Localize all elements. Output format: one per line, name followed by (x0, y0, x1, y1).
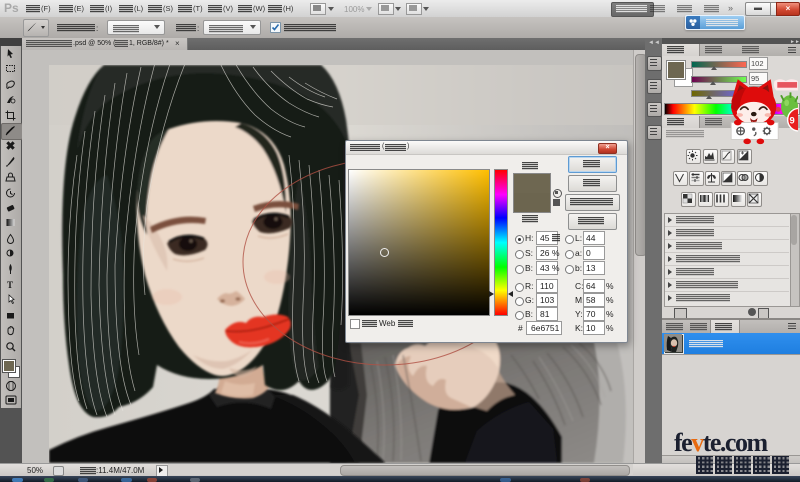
svg-text:T: T (7, 280, 13, 290)
svg-text:9: 9 (790, 114, 795, 125)
